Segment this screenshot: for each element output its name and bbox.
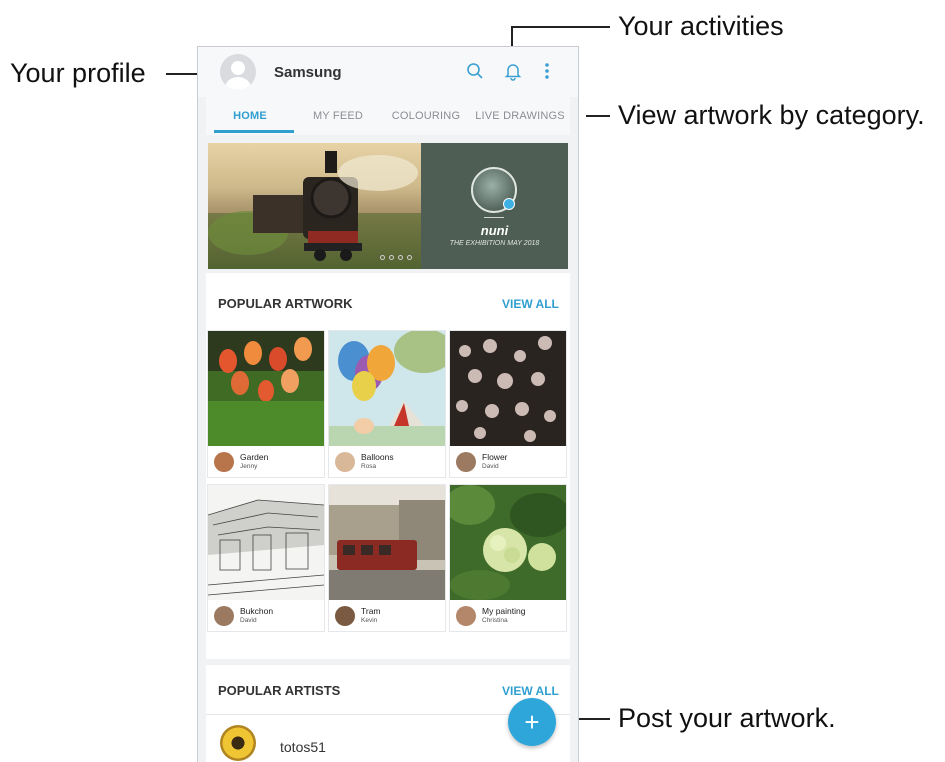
page-dot	[389, 255, 394, 260]
popular-artists-view-all[interactable]: VIEW ALL	[502, 684, 559, 698]
banner-artist-name: nuni	[480, 223, 509, 238]
banner-divider	[484, 217, 504, 218]
artwork-title: Tram	[361, 606, 381, 616]
banner-page-indicator	[380, 255, 412, 260]
callout-line-activities	[512, 26, 610, 28]
artwork-title: My painting	[482, 606, 526, 616]
banner-exhibition-panel: nuni THE EXHIBITION MAY 2018	[421, 143, 568, 269]
profile-username[interactable]: Samsung	[274, 64, 342, 81]
avatar-head	[231, 61, 245, 75]
artwork-tile-tram[interactable]: Tram Kevin	[329, 485, 445, 631]
popular-artists-title: POPULAR ARTISTS	[218, 683, 341, 698]
page-dot	[380, 255, 385, 260]
artwork-title: Flower	[482, 452, 508, 462]
avatar-body	[225, 77, 251, 90]
artwork-author: Rosa	[361, 463, 377, 470]
author-avatar	[335, 606, 355, 626]
artwork-author: David	[482, 463, 499, 470]
artwork-image-tram	[329, 485, 445, 600]
artwork-tile-flower[interactable]: Flower David	[450, 331, 566, 477]
artwork-image-balloons	[329, 329, 454, 446]
author-avatar	[335, 452, 355, 472]
callout-line-category	[586, 115, 610, 117]
more-options-icon[interactable]	[536, 60, 558, 82]
artist-name: totos51	[280, 739, 326, 755]
artwork-author: Kevin	[361, 617, 378, 624]
search-icon[interactable]	[464, 60, 486, 82]
tab-my-feed[interactable]: MY FEED	[294, 97, 382, 135]
page-dot	[398, 255, 403, 260]
featured-banner[interactable]: nuni THE EXHIBITION MAY 2018	[208, 143, 568, 269]
artwork-tile-my-painting[interactable]: My painting Christina	[445, 485, 570, 631]
banner-train-image	[208, 143, 421, 269]
page-dot	[407, 255, 412, 260]
author-avatar	[214, 606, 234, 626]
profile-avatar[interactable]	[220, 54, 256, 90]
phone-screen: Samsung HOME MY FEED COLOURING LIVE DRAW…	[197, 46, 579, 762]
active-tab-indicator	[214, 130, 294, 133]
artwork-image-flower	[450, 331, 566, 446]
plus-icon: +	[524, 706, 540, 737]
author-avatar	[456, 606, 476, 626]
banner-subtitle: THE EXHIBITION MAY 2018	[449, 240, 540, 247]
artwork-author: David	[240, 617, 257, 624]
artwork-tile-bukchon[interactable]: Bukchon David	[207, 485, 325, 631]
artwork-image-garden	[208, 331, 324, 446]
add-artwork-button[interactable]: +	[508, 698, 556, 746]
artwork-image-bukchon	[207, 485, 325, 600]
category-tabs: HOME MY FEED COLOURING LIVE DRAWINGS	[206, 97, 570, 135]
author-avatar	[456, 452, 476, 472]
callout-view-by-category: View artwork by category.	[618, 100, 925, 130]
verified-badge-icon	[503, 198, 515, 210]
tab-colouring[interactable]: COLOURING	[382, 97, 470, 135]
author-avatar	[214, 452, 234, 472]
artwork-image-my-painting	[445, 485, 570, 600]
top-bar: Samsung	[198, 47, 578, 97]
artwork-author: Christina	[482, 617, 508, 624]
popular-artwork-view-all[interactable]: VIEW ALL	[502, 297, 559, 311]
callout-your-profile: Your profile	[10, 58, 146, 88]
callout-your-activities: Your activities	[618, 11, 784, 41]
artwork-tile-balloons[interactable]: Balloons Rosa	[329, 329, 454, 477]
artwork-title: Garden	[240, 452, 269, 462]
callout-post-artwork: Post your artwork.	[618, 703, 836, 733]
artwork-title: Bukchon	[240, 606, 274, 616]
bell-icon[interactable]	[502, 60, 524, 82]
artwork-tile-garden[interactable]: Garden Jenny	[208, 331, 324, 477]
popular-artwork-title: POPULAR ARTWORK	[218, 296, 353, 311]
tab-live-drawings[interactable]: LIVE DRAWINGS	[470, 97, 570, 135]
artwork-author: Jenny	[240, 463, 258, 470]
artwork-title: Balloons	[361, 452, 394, 462]
